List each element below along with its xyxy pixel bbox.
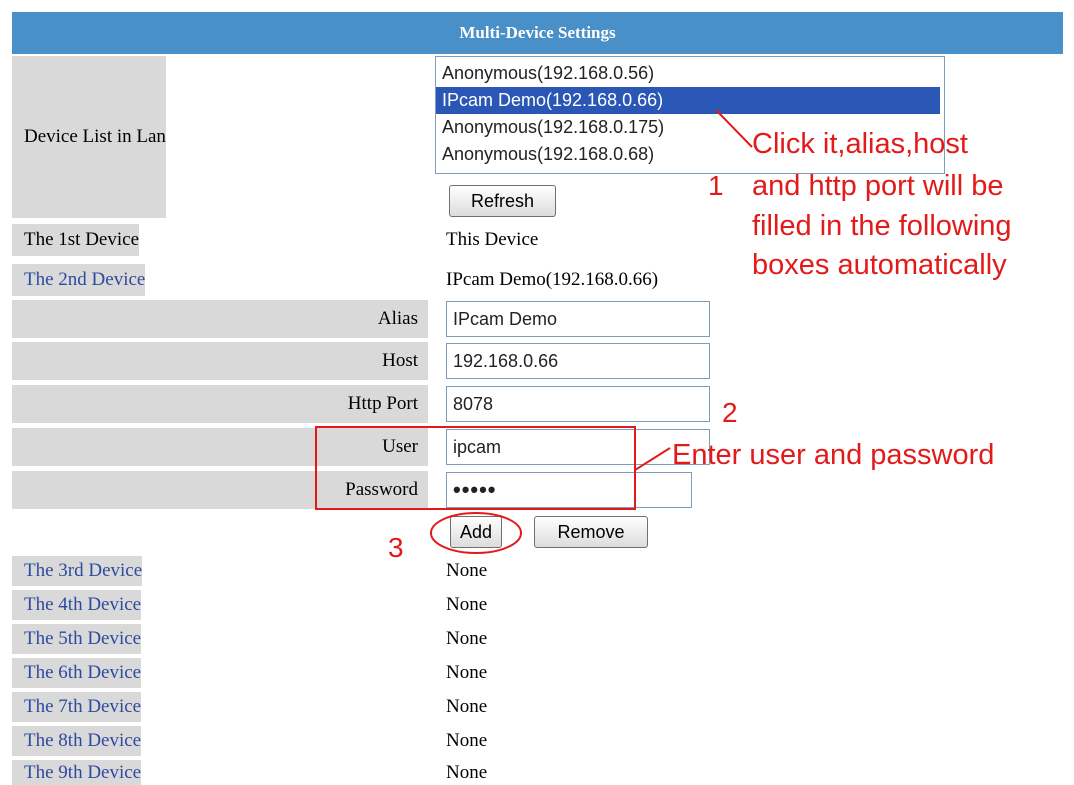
add-button[interactable]: Add <box>450 516 502 548</box>
device-4-value-text: None <box>446 594 488 615</box>
second-device-label-cell: The 2nd Device <box>12 264 146 296</box>
first-device-value-text: This Device <box>446 229 539 250</box>
panel-header: Multi-Device Settings <box>12 12 1063 54</box>
device-8-value-text: None <box>446 730 488 751</box>
user-label: User <box>382 436 418 457</box>
first-device-label-cell: The 1st Device <box>12 224 140 256</box>
device-4-value: None <box>446 590 487 620</box>
device-4-label-cell: The 4th Device <box>12 590 142 620</box>
alias-input[interactable]: IPcam Demo <box>446 301 710 337</box>
first-device-value: This Device <box>446 224 538 256</box>
step1-text-line-1: Click it,alias,host <box>752 128 968 160</box>
refresh-button[interactable]: Refresh <box>449 185 556 217</box>
device-9-label: The 9th Device <box>24 761 142 783</box>
step2-number: 2 <box>722 397 738 428</box>
device-5-label-cell: The 5th Device <box>12 624 142 654</box>
password-input-value: ••••• <box>453 477 497 502</box>
device-7-label: The 7th Device <box>24 696 142 717</box>
http-port-input[interactable]: 8078 <box>446 386 710 422</box>
device-list-option[interactable]: Anonymous(192.168.0.56) <box>436 60 944 87</box>
refresh-button-label: Refresh <box>470 190 535 211</box>
second-device-value-text: IPcam Demo(192.168.0.66) <box>446 269 659 290</box>
device-7-value: None <box>446 692 487 722</box>
host-input[interactable]: 192.168.0.66 <box>446 343 710 379</box>
password-input[interactable]: ••••• <box>446 472 692 508</box>
device-3-value: None <box>446 556 487 586</box>
device-8-label: The 8th Device <box>24 730 142 751</box>
device-6-label-cell: The 6th Device <box>12 658 142 688</box>
step1-text-line-2: and http port will be <box>752 170 1004 202</box>
device-9-value-text: None <box>446 761 488 783</box>
device-list-label: Device List in Lan <box>24 126 166 147</box>
user-input[interactable]: ipcam <box>446 429 710 465</box>
host-input-value: 192.168.0.66 <box>453 350 559 371</box>
device-list-option-selected[interactable]: IPcam Demo(192.168.0.66) <box>436 87 940 114</box>
device-6-label: The 6th Device <box>24 662 142 683</box>
device-9-label-cell: The 9th Device <box>12 760 142 785</box>
device-list-label-cell: Device List in Lan <box>12 56 166 218</box>
remove-button-label: Remove <box>557 521 625 542</box>
device-3-value-text: None <box>446 560 488 581</box>
device-5-value-text: None <box>446 628 488 649</box>
alias-input-value: IPcam Demo <box>453 308 558 329</box>
http-port-label-cell: Http Port <box>12 385 428 423</box>
password-label-cell: Password <box>12 471 428 509</box>
first-device-label: The 1st Device <box>24 229 140 250</box>
device-7-label-cell: The 7th Device <box>12 692 142 722</box>
step1-text-line-3: filled in the following <box>752 210 1012 242</box>
step3-number: 3 <box>388 532 404 563</box>
step1-text-line-4: boxes automatically <box>752 249 1007 281</box>
alias-label: Alias <box>377 308 418 329</box>
device-6-value: None <box>446 658 487 688</box>
add-button-label: Add <box>459 521 493 542</box>
panel-title: Multi-Device Settings <box>459 23 616 42</box>
device-8-label-cell: The 8th Device <box>12 726 142 756</box>
password-label: Password <box>345 479 418 500</box>
device-5-value: None <box>446 624 487 654</box>
device-3-label-cell: The 3rd Device <box>12 556 143 586</box>
device-6-value-text: None <box>446 662 488 683</box>
device-9-value: None <box>446 760 487 785</box>
step2-text: Enter user and password <box>672 439 995 471</box>
device-5-label: The 5th Device <box>24 628 142 649</box>
host-label-cell: Host <box>12 342 428 380</box>
step1-number: 1 <box>708 170 724 201</box>
device-7-value-text: None <box>446 696 488 717</box>
device-4-label: The 4th Device <box>24 594 142 615</box>
second-device-label: The 2nd Device <box>24 269 146 290</box>
host-label: Host <box>382 350 418 371</box>
user-label-cell: User <box>12 428 428 466</box>
second-device-value: IPcam Demo(192.168.0.66) <box>446 264 658 296</box>
device-8-value: None <box>446 726 487 756</box>
device-3-label: The 3rd Device <box>24 560 143 581</box>
alias-label-cell: Alias <box>12 300 428 338</box>
http-port-input-value: 8078 <box>453 393 494 414</box>
http-port-label: Http Port <box>347 393 418 414</box>
remove-button[interactable]: Remove <box>534 516 648 548</box>
user-input-value: ipcam <box>453 436 502 457</box>
